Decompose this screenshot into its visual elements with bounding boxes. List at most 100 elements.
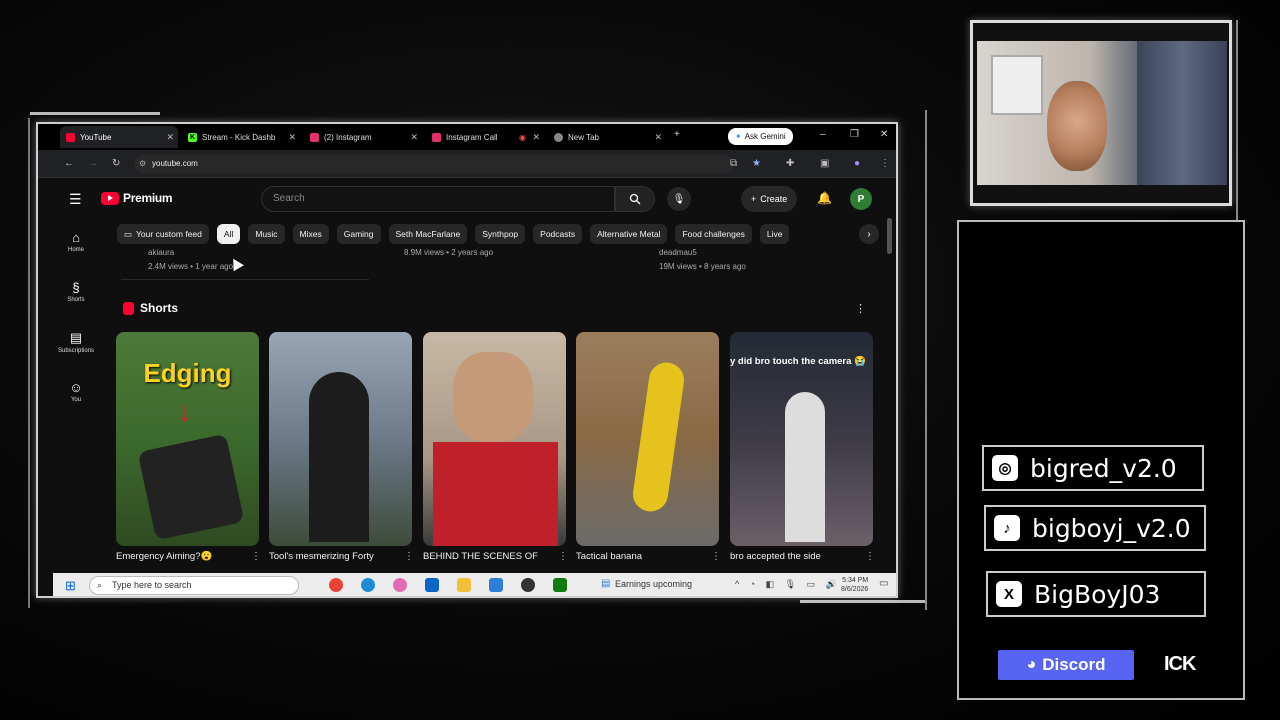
taskbar-news-text[interactable]: Earnings upcoming [615,579,692,589]
short-thumbnail[interactable]: Edging ↓ [116,332,259,546]
windows-start-icon[interactable]: ⊞ [65,578,76,594]
tab-new-tab[interactable]: New Tab ✕ [548,126,666,148]
profile-icon[interactable]: ● [854,158,860,169]
chip-gaming[interactable]: Gaming [336,224,381,244]
minimize-button[interactable]: – [820,129,826,140]
notifications-bell-icon[interactable]: 🔔 [817,191,832,205]
menu-dots-icon[interactable]: ⋮ [880,158,890,169]
scrollbar[interactable] [887,218,892,254]
short-thumbnail[interactable] [423,332,566,546]
chip-synthpop[interactable]: Synthpop [475,224,526,244]
install-icon[interactable]: ⧉ [730,158,737,169]
store-taskbar-icon[interactable] [489,578,503,592]
back-icon[interactable]: ← [64,158,74,169]
more-options-icon[interactable]: ⋮ [404,551,414,562]
streamer-face [1047,81,1107,171]
shorts-heading-text: Shorts [140,301,179,315]
tab-instagram-call[interactable]: Instagram Call ◉ ✕ [426,126,544,148]
windows-taskbar: ⊞ ⌕ Type here to search ▤ Earnings upcom… [53,573,896,596]
short-title[interactable]: Tool's mesmerizing Forty [269,551,374,562]
close-window-button[interactable]: ✕ [880,129,888,140]
notification-center-icon[interactable]: ▭ [879,578,888,589]
sidebar-item-shorts[interactable]: § Shorts [53,280,99,303]
voice-search-button[interactable]: 🎙 [667,187,691,211]
short-title[interactable]: bro accepted the side [730,551,821,562]
overlay-frame-line [28,118,30,608]
copilot-taskbar-icon[interactable] [393,578,407,592]
ask-gemini-button[interactable]: ✦ Ask Gemini [728,128,793,145]
chip-all[interactable]: All [216,224,241,244]
clock-time: 5:34 PM [842,577,869,584]
outlook-taskbar-icon[interactable] [425,578,439,592]
close-icon[interactable]: ✕ [654,132,662,143]
tab-kick[interactable]: K Stream - Kick Dashb ✕ [182,126,300,148]
short-title[interactable]: Tactical banana [576,551,642,562]
sidebar-item-home[interactable]: ⌂ Home [53,230,99,253]
xbox-taskbar-icon[interactable] [553,578,567,592]
taskbar-clock[interactable]: 5:34 PM 8/6/2026 [841,576,868,594]
search-input[interactable]: Search [261,186,615,212]
more-options-icon[interactable]: ⋮ [711,551,721,562]
shorts-logo-icon [123,301,134,315]
chip-custom-feed[interactable]: ▭ Your custom feed [117,224,209,244]
sidebar-item-label: Home [67,247,84,253]
sidebar-item-you[interactable]: ☺ You [53,380,99,403]
close-icon[interactable]: ✕ [288,132,296,143]
tab-strip: YouTube ✕ K Stream - Kick Dashb ✕ (2) In… [38,124,896,150]
close-icon[interactable]: ✕ [410,132,418,143]
subscriptions-icon: ▤ [69,330,83,345]
sidebar-item-subscriptions[interactable]: ▤ Subscriptions [53,330,99,354]
sidebar-item-label: You [70,397,82,403]
channel-name[interactable]: akiaura [148,248,174,257]
new-tab-button[interactable]: + [674,129,680,140]
short-thumbnail[interactable]: y did bro touch the camera 😭 [730,332,873,546]
news-icon[interactable]: ▤ [601,578,610,589]
arrow-icon: ↓ [178,396,192,427]
short-thumbnail[interactable] [576,332,719,546]
restore-button[interactable]: ❐ [850,129,859,140]
chip-food-challenges[interactable]: Food challenges [675,224,752,244]
more-options-icon[interactable]: ⋮ [855,302,866,315]
sidebar-item-label: Shorts [67,297,85,303]
more-options-icon[interactable]: ⋮ [865,551,875,562]
extensions-icon[interactable]: ✚ [786,158,794,169]
site-info-icon[interactable]: ⚙ [139,155,146,173]
avatar[interactable]: P [850,188,872,210]
discord-label: Discord [1042,655,1106,674]
create-button[interactable]: + Create [741,186,798,212]
instagram-icon [432,132,441,142]
chrome-taskbar-icon[interactable] [329,578,343,592]
forward-icon[interactable]: → [88,158,98,169]
taskbar-search-input[interactable]: ⌕ Type here to search [89,576,299,595]
chip-music[interactable]: Music [248,224,285,244]
short-title[interactable]: Emergency Aiming?😮 [116,551,212,562]
url-field[interactable]: ⚙ youtube.com [134,155,734,173]
tab-instagram[interactable]: (2) Instagram ✕ [304,126,422,148]
chip-alternative-metal[interactable]: Alternative Metal [590,224,668,244]
more-options-icon[interactable]: ⋮ [251,551,261,562]
reload-icon[interactable]: ↻ [112,158,120,169]
channel-name[interactable]: deadmau5 [659,248,697,257]
short-title[interactable]: BEHIND THE SCENES OF [423,551,538,562]
obs-taskbar-icon[interactable] [521,578,535,592]
sidepanel-icon[interactable]: ▣ [820,158,829,169]
url-text: youtube.com [152,159,198,168]
chips-next-button[interactable]: › [859,224,879,244]
explorer-taskbar-icon[interactable] [457,578,471,592]
hamburger-menu-icon[interactable]: ☰ [69,191,82,208]
overlay-frame-line [925,110,927,610]
system-tray-icons[interactable]: ^ ◔ ◧ 🎙 ▭ 🔊 [735,579,841,590]
short-thumbnail[interactable] [269,332,412,546]
bookmark-star-icon[interactable]: ★ [752,158,761,169]
chip-podcasts[interactable]: Podcasts [533,224,583,244]
youtube-logo[interactable]: Premium [101,191,173,205]
edge-taskbar-icon[interactable] [361,578,375,592]
chip-mixes[interactable]: Mixes [292,224,329,244]
close-icon[interactable]: ✕ [166,132,174,143]
tab-youtube[interactable]: YouTube ✕ [60,126,178,148]
chip-live[interactable]: Live [759,224,790,244]
search-button[interactable] [615,186,655,212]
more-options-icon[interactable]: ⋮ [558,551,568,562]
close-icon[interactable]: ✕ [532,132,540,143]
chip-seth-macfarlane[interactable]: Seth MacFarlane [388,224,468,244]
